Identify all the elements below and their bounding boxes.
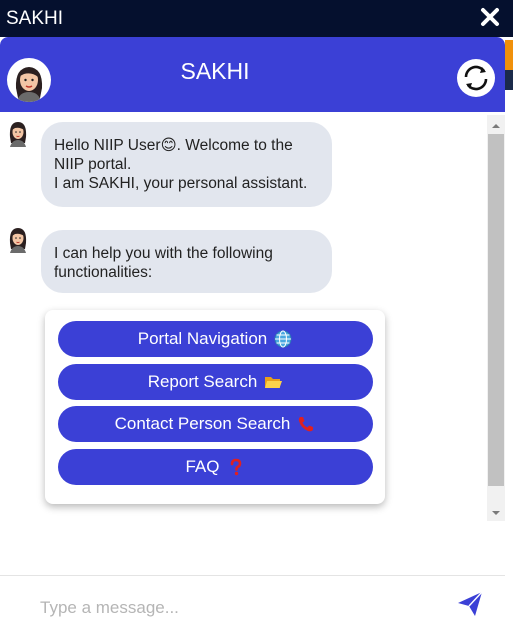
question-mark-icon (230, 458, 241, 476)
send-icon[interactable] (456, 590, 484, 618)
background-page-bar (505, 70, 513, 90)
refresh-icon[interactable] (457, 59, 495, 97)
message-text: I am SAKHI, your personal assistant. (54, 175, 308, 192)
message-text: Hello NIIP User😊. Welcome to the (54, 137, 293, 154)
folder-icon (265, 377, 283, 388)
message-text: I can help you with the following (54, 245, 273, 262)
background-page-accent (505, 40, 513, 70)
message-text: functionalities: (54, 264, 153, 281)
message-bubble: Hello NIIP User😊. Welcome to the NIIP po… (41, 122, 332, 207)
scroll-down-arrow-icon[interactable] (487, 505, 505, 521)
assistant-avatar-small (9, 228, 27, 253)
faq-button[interactable]: FAQ (58, 449, 373, 485)
option-label: Report Search (147, 372, 258, 391)
message-input[interactable] (38, 592, 422, 624)
scrollbar-thumb[interactable] (488, 134, 504, 486)
message-text: NIIP portal. (54, 156, 132, 173)
message-list[interactable]: Hello NIIP User😊. Welcome to the NIIP po… (0, 112, 505, 575)
background-page (505, 37, 513, 637)
contact-person-search-button[interactable]: Contact Person Search (58, 406, 373, 442)
report-search-button[interactable]: Report Search (58, 364, 373, 400)
scroll-up-arrow-icon[interactable] (487, 118, 505, 134)
option-label: Portal Navigation (137, 329, 268, 348)
quick-reply-card: Portal Navigation Report Search Contact … (45, 310, 385, 504)
chat-header: SAKHI (0, 37, 505, 112)
option-label: Contact Person Search (114, 414, 291, 433)
phone-icon (299, 417, 314, 432)
close-icon[interactable] (479, 6, 501, 28)
chat-title: SAKHI (180, 58, 250, 84)
option-label: FAQ (185, 457, 220, 476)
message-input-bar (0, 575, 505, 637)
window-title: SAKHI (6, 8, 64, 29)
portal-navigation-button[interactable]: Portal Navigation (58, 321, 373, 357)
message-bubble: I can help you with the following functi… (41, 230, 332, 293)
window-titlebar: SAKHI (0, 0, 513, 37)
assistant-avatar-small (9, 122, 27, 147)
scrollbar[interactable] (487, 115, 505, 521)
chat-panel: SAKHI Hello NIIP User😊. Welcome to the N… (0, 37, 505, 637)
globe-icon (274, 330, 292, 348)
